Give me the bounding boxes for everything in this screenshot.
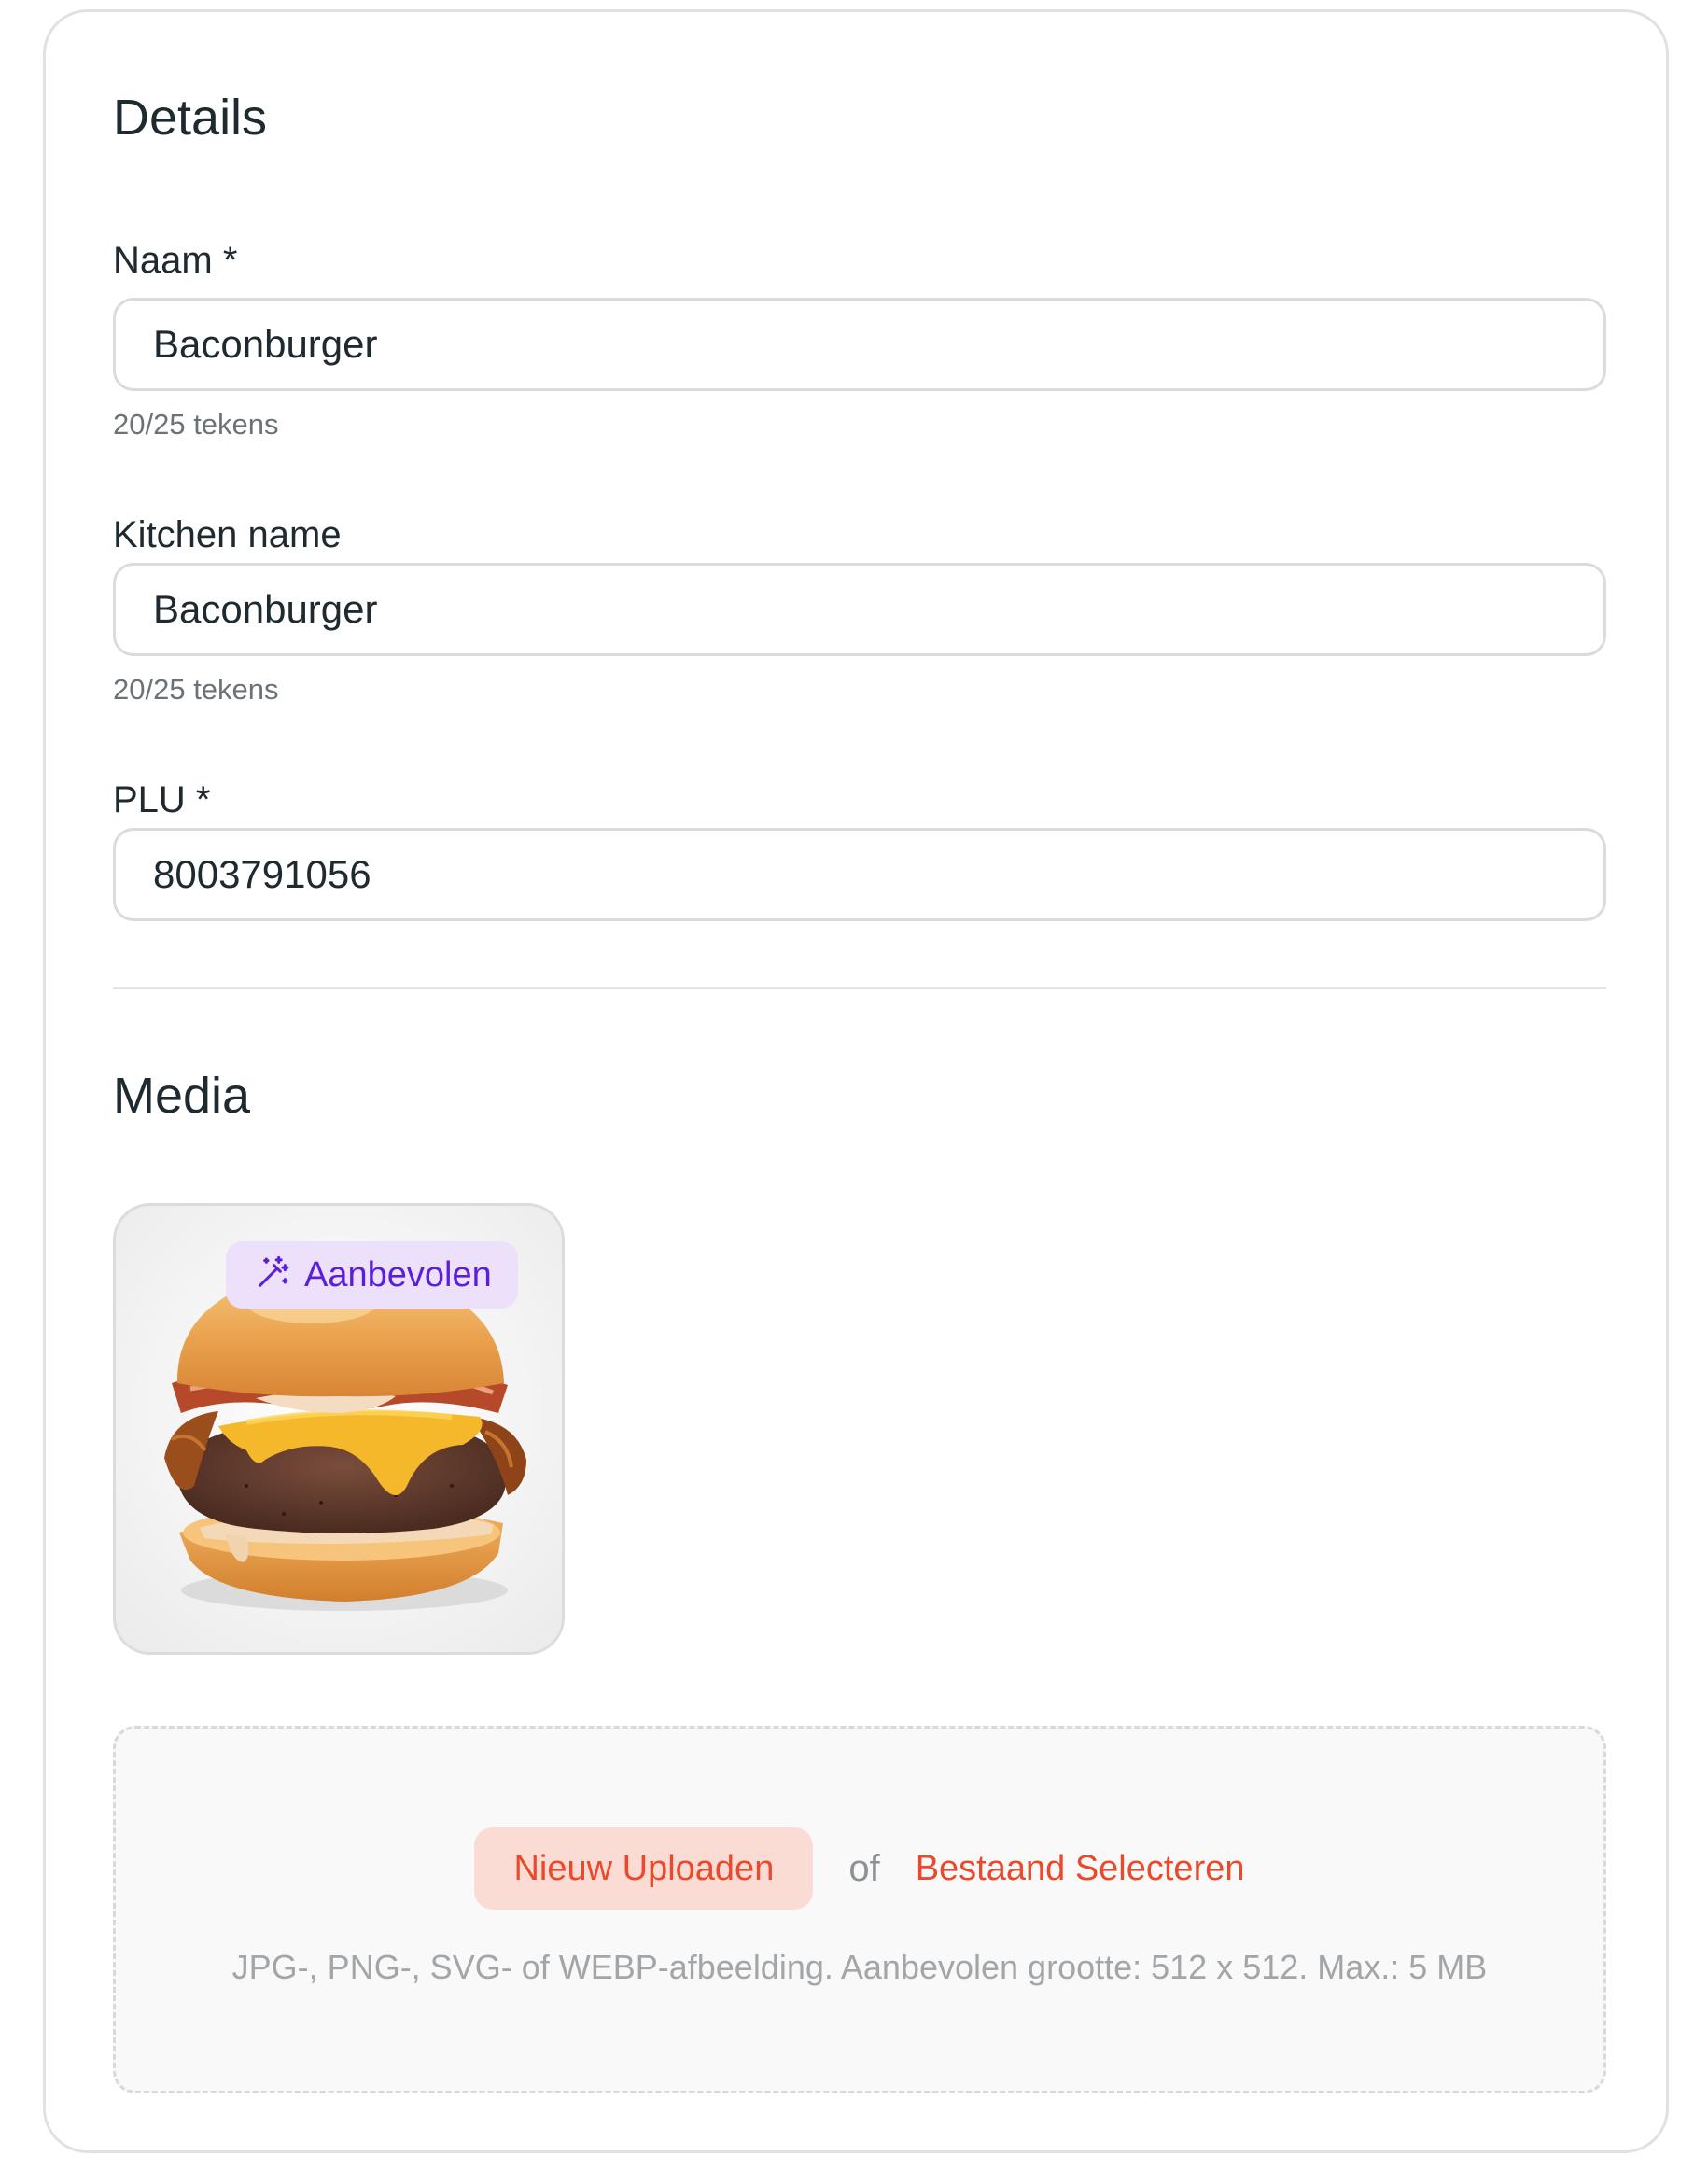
kitchen-name-input[interactable]: Baconburger (113, 563, 1606, 656)
kitchen-name-field-label: Kitchen name (113, 514, 342, 555)
section-divider (113, 987, 1606, 989)
upload-dropzone[interactable]: Nieuw Uploaden of Bestaand Selecteren JP… (113, 1726, 1606, 2093)
upload-new-button[interactable]: Nieuw Uploaden (474, 1827, 814, 1910)
magic-wand-icon (254, 1254, 291, 1296)
name-char-counter: 20/25 tekens (113, 408, 279, 441)
name-input[interactable]: Baconburger (113, 298, 1606, 391)
details-media-card: Details Naam * Baconburger 20/25 tekens … (43, 9, 1669, 2153)
name-input-value: Baconburger (153, 322, 378, 366)
select-existing-link[interactable]: Bestaand Selecteren (916, 1849, 1245, 1889)
media-image-tile[interactable]: Aanbevolen (113, 1203, 565, 1655)
kitchen-name-input-value: Baconburger (153, 587, 378, 631)
upload-hint: JPG-, PNG-, SVG- of WEBP-afbeelding. Aan… (231, 1948, 1488, 1986)
plu-input[interactable]: 8003791056 (113, 828, 1606, 921)
plu-input-value: 8003791056 (153, 852, 371, 896)
dropzone-actions: Nieuw Uploaden of Bestaand Selecteren (116, 1827, 1603, 1910)
name-field-label: Naam * (113, 240, 238, 281)
kitchen-name-char-counter: 20/25 tekens (113, 673, 279, 706)
plu-field-label: PLU * (113, 779, 211, 820)
recommended-badge: Aanbevolen (226, 1241, 518, 1309)
media-section-title: Media (113, 1068, 251, 1124)
recommended-badge-label: Aanbevolen (304, 1254, 492, 1295)
or-separator: of (848, 1847, 880, 1889)
details-section-title: Details (113, 90, 268, 146)
